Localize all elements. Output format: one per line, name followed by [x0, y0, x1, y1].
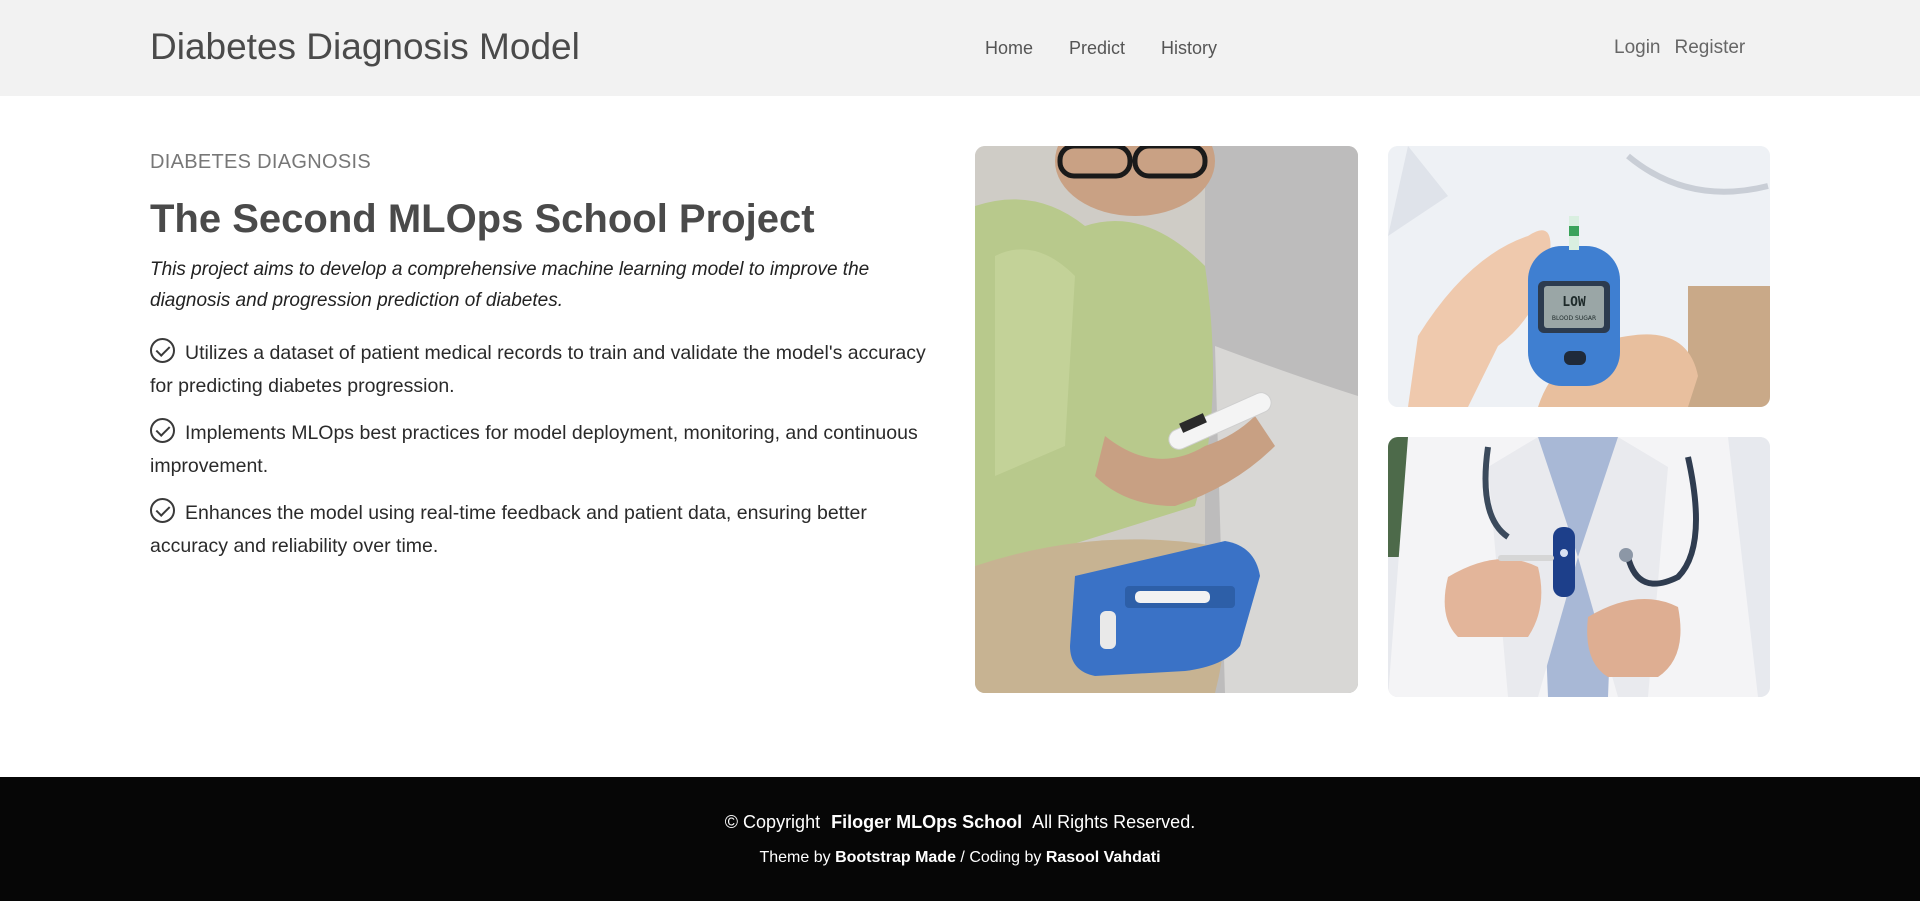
- check-circle-icon: [150, 418, 175, 443]
- nav-home-link[interactable]: Home: [985, 36, 1033, 60]
- glucometer-photo: LOW BLOOD SUGAR: [1388, 146, 1770, 407]
- theme-link[interactable]: Bootstrap Made: [835, 849, 956, 866]
- feature-list: Utilizes a dataset of patient medical re…: [150, 337, 950, 577]
- author-name: Rasool Vahdati: [1045, 849, 1161, 866]
- rights-text: All Rights Reserved.: [1032, 812, 1196, 832]
- meter-subtext: BLOOD SUGAR: [1552, 315, 1596, 322]
- nav-predict-link[interactable]: Predict: [1069, 36, 1125, 60]
- feature-item: Implements MLOps best practices for mode…: [150, 417, 950, 483]
- project-description: This project aims to develop a comprehen…: [150, 259, 870, 311]
- check-circle-icon: [150, 498, 175, 523]
- site-brand[interactable]: Diabetes Diagnosis Model: [150, 25, 580, 69]
- login-link[interactable]: Login: [1614, 36, 1661, 60]
- theme-prefix: Theme by: [759, 849, 831, 866]
- site-footer: © Copyright Filoger MLOps School All Rig…: [0, 777, 1920, 901]
- copyright-prefix: © Copyright: [724, 812, 821, 832]
- credits-line: Theme by Bootstrap Made / Coding by Raso…: [0, 847, 1920, 869]
- feature-text: Utilizes a dataset of patient medical re…: [150, 342, 926, 397]
- coding-prefix: / Coding by: [960, 849, 1042, 866]
- register-link[interactable]: Register: [1675, 36, 1746, 60]
- feature-text: Enhances the model using real-time feedb…: [150, 502, 867, 557]
- feature-item: Enhances the model using real-time feedb…: [150, 497, 950, 563]
- site-header: Diabetes Diagnosis Model Home Predict Hi…: [0, 0, 1920, 96]
- auth-links: Login Register: [1614, 36, 1745, 60]
- copyright-line: © Copyright Filoger MLOps School All Rig…: [0, 810, 1920, 834]
- feature-item: Utilizes a dataset of patient medical re…: [150, 337, 950, 403]
- section-eyebrow: DIABETES DIAGNOSIS: [150, 151, 372, 173]
- doctor-stethoscope-photo: [1388, 437, 1770, 697]
- nav-history-link[interactable]: History: [1161, 36, 1217, 60]
- meter-display-text: LOW: [1562, 295, 1586, 310]
- check-circle-icon: [150, 338, 175, 363]
- org-name: Filoger MLOps School: [831, 812, 1023, 832]
- main-nav: Home Predict History: [985, 36, 1217, 60]
- feature-text: Implements MLOps best practices for mode…: [150, 422, 918, 477]
- woman-insulin-pen-photo: [975, 146, 1358, 693]
- page-title: The Second MLOps School Project: [150, 197, 815, 241]
